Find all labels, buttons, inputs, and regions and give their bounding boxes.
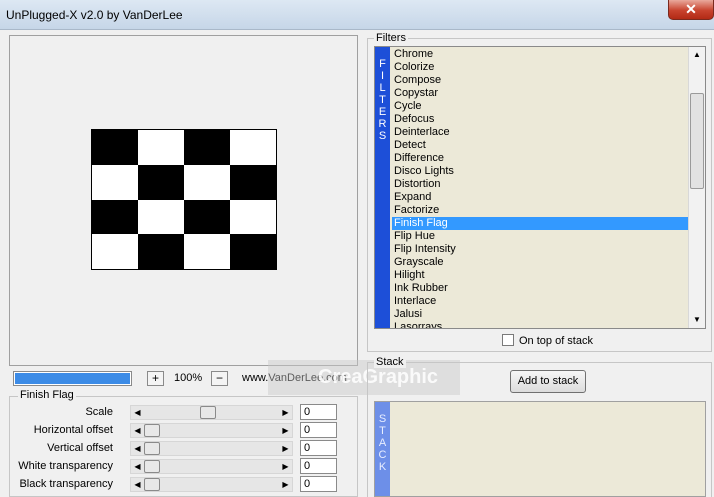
- slider-thumb[interactable]: [144, 442, 160, 455]
- zoom-out-button[interactable]: −: [211, 371, 228, 386]
- param-value-field[interactable]: 0: [300, 404, 337, 420]
- param-value-field[interactable]: 0: [300, 476, 337, 492]
- filters-strip: FILTERS: [375, 47, 390, 328]
- zoom-in-button[interactable]: +: [147, 371, 164, 386]
- filter-list-item[interactable]: Expand: [392, 191, 688, 204]
- checker-cell: [92, 199, 138, 235]
- param-value-field[interactable]: 0: [300, 440, 337, 456]
- param-row: Vertical offset ◀ ▶ 0: [10, 440, 357, 458]
- param-value-field[interactable]: 0: [300, 458, 337, 474]
- params-group: Finish Flag Scale ◀ ▶ 0 Horizontal offset ◀ ▶ 0…: [9, 389, 358, 497]
- slider-right-icon[interactable]: ▶: [279, 478, 292, 491]
- progress-bar: [13, 371, 132, 386]
- filter-list-item[interactable]: Flip Intensity: [392, 243, 688, 256]
- param-row: Black transparency ◀ ▶ 0: [10, 476, 357, 494]
- slider-left-icon[interactable]: ◀: [131, 442, 144, 455]
- filters-list[interactable]: FILTERS Chrome Colorize Compose Copystar Cyc…: [374, 46, 706, 329]
- checker-cell: [230, 199, 276, 235]
- scroll-down-icon[interactable]: ▼: [689, 312, 705, 328]
- checker-cell: [184, 234, 230, 269]
- stack-group-label: Stack: [374, 356, 406, 368]
- param-label: White transparency: [18, 460, 113, 472]
- checker-cell: [184, 164, 230, 200]
- checker-cell: [138, 234, 184, 269]
- stack-list[interactable]: STACK: [374, 401, 706, 497]
- checker-cell: [184, 130, 230, 165]
- param-label: Scale: [85, 406, 113, 418]
- on-top-checkbox[interactable]: [502, 334, 514, 346]
- add-to-stack-button[interactable]: Add to stack: [510, 370, 586, 393]
- scroll-thumb[interactable]: [690, 93, 704, 189]
- filter-list-item[interactable]: Detect: [392, 139, 688, 152]
- filter-list-item[interactable]: Cycle: [392, 100, 688, 113]
- checker-cell: [138, 130, 184, 165]
- checker-cell: [230, 130, 276, 165]
- slider-left-icon[interactable]: ◀: [131, 460, 144, 473]
- slider-right-icon[interactable]: ▶: [279, 406, 292, 419]
- filter-list-item[interactable]: Difference: [392, 152, 688, 165]
- filters-scrollbar[interactable]: ▲ ▼: [688, 47, 705, 328]
- param-label: Black transparency: [19, 478, 113, 490]
- slider-left-icon[interactable]: ◀: [131, 478, 144, 491]
- param-row: Scale ◀ ▶ 0: [10, 404, 357, 422]
- close-button[interactable]: ✕: [668, 0, 714, 20]
- params-group-label: Finish Flag: [18, 389, 76, 401]
- filter-list-item[interactable]: Factorize: [392, 204, 688, 217]
- slider-thumb[interactable]: [144, 478, 160, 491]
- title-bar: UnPlugged-X v2.0 by VanDerLee ✕: [0, 0, 714, 30]
- slider-right-icon[interactable]: ▶: [279, 442, 292, 455]
- filter-list-item[interactable]: Defocus: [392, 113, 688, 126]
- filter-list-item[interactable]: Copystar: [392, 87, 688, 100]
- stack-strip: STACK: [375, 402, 390, 496]
- slider-right-icon[interactable]: ▶: [279, 460, 292, 473]
- slider-thumb[interactable]: [200, 406, 216, 419]
- filter-list-item[interactable]: Compose: [392, 74, 688, 87]
- zoom-level: 100%: [174, 372, 203, 384]
- param-label: Horizontal offset: [33, 424, 113, 436]
- filter-list-item[interactable]: Flip Hue: [392, 230, 688, 243]
- slider-right-icon[interactable]: ▶: [279, 424, 292, 437]
- param-value-field[interactable]: 0: [300, 422, 337, 438]
- checker-cell: [92, 164, 138, 200]
- filter-list-item[interactable]: Colorize: [392, 61, 688, 74]
- checker-cell: [92, 234, 138, 269]
- param-slider[interactable]: ◀ ▶: [130, 405, 293, 420]
- filter-list-item[interactable]: Hilight: [392, 269, 688, 282]
- checker-cell: [92, 130, 138, 165]
- filter-list-item[interactable]: Grayscale: [392, 256, 688, 269]
- param-row: White transparency ◀ ▶ 0: [10, 458, 357, 476]
- filter-list-item[interactable]: Interlace: [392, 295, 688, 308]
- param-slider[interactable]: ◀ ▶: [130, 459, 293, 474]
- slider-left-icon[interactable]: ◀: [131, 424, 144, 437]
- param-slider[interactable]: ◀ ▶: [130, 441, 293, 456]
- filter-list-item[interactable]: Lasorrays: [392, 321, 688, 328]
- param-label: Vertical offset: [47, 442, 113, 454]
- progress-fill: [15, 373, 130, 384]
- checker-cell: [138, 164, 184, 200]
- checker-cell: [230, 164, 276, 200]
- slider-left-icon[interactable]: ◀: [131, 406, 144, 419]
- param-row: Horizontal offset ◀ ▶ 0: [10, 422, 357, 440]
- param-slider[interactable]: ◀ ▶: [130, 477, 293, 492]
- scroll-up-icon[interactable]: ▲: [689, 47, 705, 63]
- filter-list-item[interactable]: Deinterlace: [392, 126, 688, 139]
- on-top-label: On top of stack: [519, 335, 593, 347]
- preview-image: [91, 129, 277, 270]
- slider-thumb[interactable]: [144, 460, 160, 473]
- filters-group-label: Filters: [374, 32, 408, 44]
- param-slider[interactable]: ◀ ▶: [130, 423, 293, 438]
- checker-cell: [138, 199, 184, 235]
- window-title: UnPlugged-X v2.0 by VanDerLee: [6, 8, 183, 22]
- slider-thumb[interactable]: [144, 424, 160, 437]
- filter-list-item[interactable]: Disco Lights: [392, 165, 688, 178]
- filter-list-item[interactable]: Distortion: [392, 178, 688, 191]
- preview-pane: [9, 35, 358, 366]
- filter-list-item[interactable]: Chrome: [392, 48, 688, 61]
- filter-list-item[interactable]: Jalusi: [392, 308, 688, 321]
- checker-cell: [184, 199, 230, 235]
- checker-cell: [230, 234, 276, 269]
- filter-list-item[interactable]: Finish Flag: [392, 217, 688, 230]
- filter-list-item[interactable]: Ink Rubber: [392, 282, 688, 295]
